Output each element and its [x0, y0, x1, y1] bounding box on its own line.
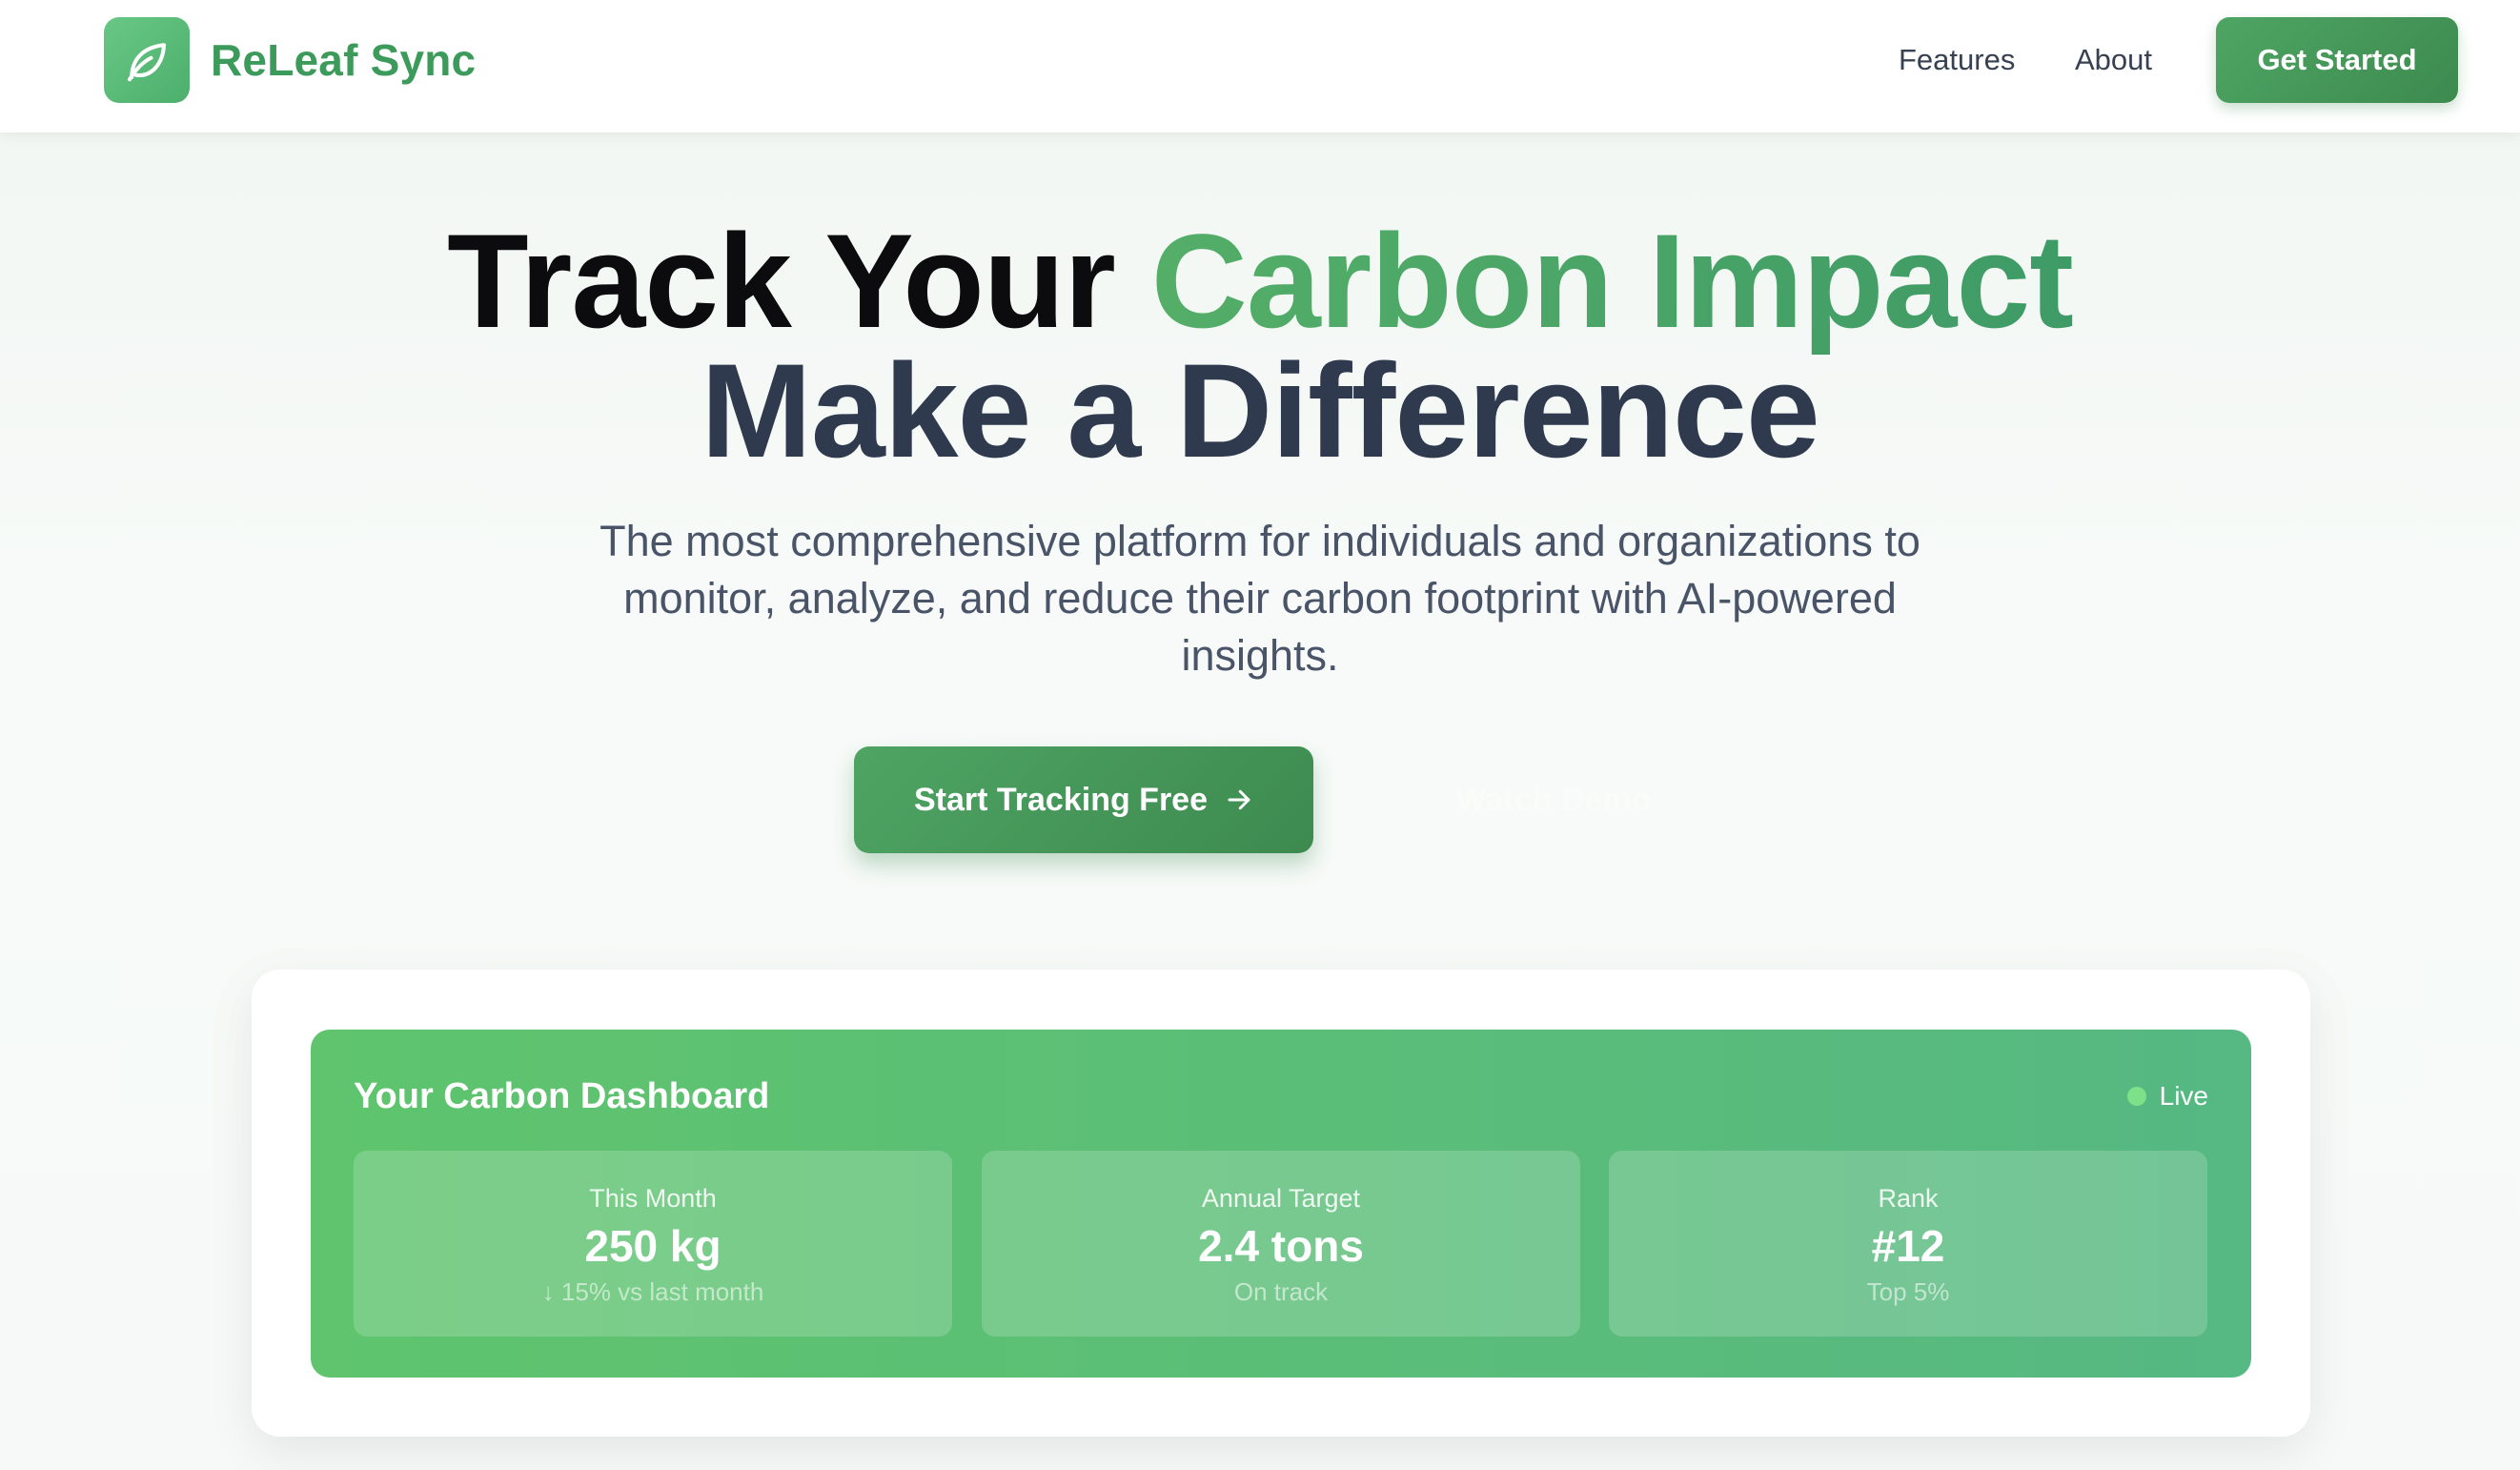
- brand-name[interactable]: ReLeaf Sync: [211, 29, 476, 92]
- hero-subtitle: The most comprehensive platform for indi…: [600, 517, 1920, 680]
- top-navbar: ReLeaf Sync Features About Get Started: [0, 0, 2520, 133]
- stat-card-annual-target: Annual Target 2.4 tons On track: [982, 1151, 1580, 1337]
- get-started-button[interactable]: Get Started: [2216, 17, 2458, 103]
- stat-value: #12: [1871, 1221, 1945, 1271]
- stat-label: This Month: [589, 1184, 717, 1213]
- live-status-badge: Live: [2126, 1073, 2208, 1119]
- stat-label: Annual Target: [1201, 1184, 1361, 1213]
- hero-title-line2: Make a Difference: [701, 336, 1820, 485]
- logo-badge[interactable]: [104, 17, 190, 103]
- stat-note: ↓ 15% vs last month: [541, 1277, 764, 1306]
- stat-value: 2.4 tons: [1198, 1221, 1364, 1271]
- arrow-right-icon: [1228, 789, 1250, 810]
- stat-label: Rank: [1878, 1184, 1939, 1213]
- watch-demo-button[interactable]: Watch Demo: [1372, 746, 1735, 853]
- stat-note: Top 5%: [1866, 1277, 1950, 1306]
- nav-link-about[interactable]: About: [2075, 36, 2152, 84]
- start-tracking-label: Start Tracking Free: [913, 781, 1208, 818]
- stat-card-rank: Rank #12 Top 5%: [1609, 1151, 2207, 1337]
- stat-note: On track: [1233, 1277, 1329, 1306]
- nav-link-features[interactable]: Features: [1899, 36, 2015, 84]
- live-dot-icon: [2126, 1087, 2146, 1106]
- leaf-icon: [127, 43, 167, 82]
- stat-value: 250 kg: [584, 1221, 721, 1271]
- live-status-label: Live: [2159, 1081, 2208, 1111]
- start-tracking-button[interactable]: Start Tracking Free: [854, 746, 1313, 853]
- dashboard-title: Your Carbon Dashboard: [354, 1076, 770, 1116]
- stat-card-this-month: This Month 250 kg ↓ 15% vs last month: [354, 1151, 952, 1337]
- carbon-dashboard-panel: Your Carbon Dashboard Live This Month 25…: [311, 1030, 2251, 1378]
